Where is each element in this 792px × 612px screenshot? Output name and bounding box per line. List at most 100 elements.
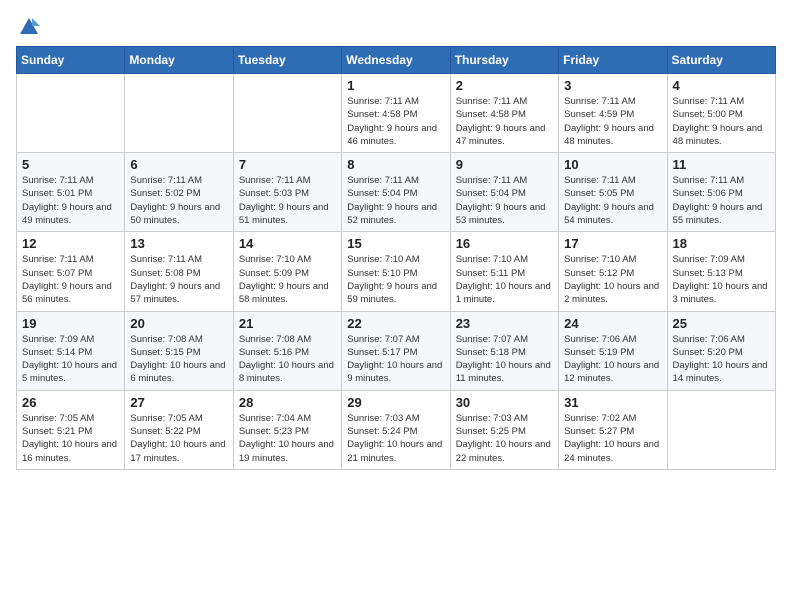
day-number: 6 [130, 157, 227, 172]
day-info: Sunrise: 7:10 AM Sunset: 5:11 PM Dayligh… [456, 253, 553, 306]
calendar-header-wednesday: Wednesday [342, 47, 450, 74]
calendar-cell: 14Sunrise: 7:10 AM Sunset: 5:09 PM Dayli… [233, 232, 341, 311]
day-number: 10 [564, 157, 661, 172]
calendar-cell: 20 Sunrise: 7:08 AM Sunset: 5:15 PM Dayli… [125, 311, 233, 390]
day-number: 19 [22, 316, 119, 331]
day-info: Sunrise: 7:05 AM Sunset: 5:22 PM Dayligh… [130, 412, 227, 465]
day-info: Sunrise: 7:06 AM Sunset: 5:20 PM Dayligh… [673, 333, 770, 386]
calendar-cell: 19 Sunrise: 7:09 AM Sunset: 5:14 PM Dayli… [17, 311, 125, 390]
day-number: 23 [456, 316, 553, 331]
calendar-header-thursday: Thursday [450, 47, 558, 74]
calendar-cell: 28 Sunrise: 7:04 AM Sunset: 5:23 PM Dayli… [233, 390, 341, 469]
day-number: 17 [564, 236, 661, 251]
calendar-cell: 30 Sunrise: 7:03 AM Sunset: 5:25 PM Dayli… [450, 390, 558, 469]
calendar-table: SundayMondayTuesdayWednesdayThursdayFrid… [16, 46, 776, 470]
day-number: 18 [673, 236, 770, 251]
logo [16, 16, 40, 34]
day-number: 7 [239, 157, 336, 172]
day-number: 2 [456, 78, 553, 93]
calendar-header-tuesday: Tuesday [233, 47, 341, 74]
day-number: 1 [347, 78, 444, 93]
calendar-cell: 12 Sunrise: 7:11 AM Sunset: 5:07 PM Dayli… [17, 232, 125, 311]
calendar-cell: 10 Sunrise: 7:11 AM Sunset: 5:05 PM Dayli… [559, 153, 667, 232]
calendar-week-row: 19 Sunrise: 7:09 AM Sunset: 5:14 PM Dayli… [17, 311, 776, 390]
calendar-cell: 27 Sunrise: 7:05 AM Sunset: 5:22 PM Dayli… [125, 390, 233, 469]
day-number: 28 [239, 395, 336, 410]
day-number: 29 [347, 395, 444, 410]
logo-icon [18, 16, 40, 38]
calendar-cell: 21 Sunrise: 7:08 AM Sunset: 5:16 PM Dayli… [233, 311, 341, 390]
day-number: 13 [130, 236, 227, 251]
day-number: 5 [22, 157, 119, 172]
day-info: Sunrise: 7:11 AM Sunset: 4:58 PM Dayligh… [347, 95, 444, 148]
calendar-cell: 22 Sunrise: 7:07 AM Sunset: 5:17 PM Dayli… [342, 311, 450, 390]
day-number: 20 [130, 316, 227, 331]
day-info: Sunrise: 7:05 AM Sunset: 5:21 PM Dayligh… [22, 412, 119, 465]
calendar-cell: 26Sunrise: 7:05 AM Sunset: 5:21 PM Dayli… [17, 390, 125, 469]
calendar-cell: 4 Sunrise: 7:11 AM Sunset: 5:00 PM Daylig… [667, 74, 775, 153]
calendar-cell: 13 Sunrise: 7:11 AM Sunset: 5:08 PM Dayli… [125, 232, 233, 311]
day-number: 27 [130, 395, 227, 410]
calendar-week-row: 5 Sunrise: 7:11 AM Sunset: 5:01 PM Daylig… [17, 153, 776, 232]
day-info: Sunrise: 7:04 AM Sunset: 5:23 PM Dayligh… [239, 412, 336, 465]
day-info: Sunrise: 7:11 AM Sunset: 5:04 PM Dayligh… [347, 174, 444, 227]
day-info: Sunrise: 7:11 AM Sunset: 5:04 PM Dayligh… [456, 174, 553, 227]
day-info: Sunrise: 7:06 AM Sunset: 5:19 PM Dayligh… [564, 333, 661, 386]
day-info: Sunrise: 7:11 AM Sunset: 5:06 PM Dayligh… [673, 174, 770, 227]
day-info: Sunrise: 7:11 AM Sunset: 5:00 PM Dayligh… [673, 95, 770, 148]
day-info: Sunrise: 7:07 AM Sunset: 5:17 PM Dayligh… [347, 333, 444, 386]
calendar-cell: 9 Sunrise: 7:11 AM Sunset: 5:04 PM Daylig… [450, 153, 558, 232]
calendar-header-monday: Monday [125, 47, 233, 74]
calendar-cell: 7 Sunrise: 7:11 AM Sunset: 5:03 PM Daylig… [233, 153, 341, 232]
day-info: Sunrise: 7:11 AM Sunset: 5:02 PM Dayligh… [130, 174, 227, 227]
day-info: Sunrise: 7:11 AM Sunset: 5:08 PM Dayligh… [130, 253, 227, 306]
calendar-cell: 8Sunrise: 7:11 AM Sunset: 5:04 PM Daylig… [342, 153, 450, 232]
calendar-cell: 1 Sunrise: 7:11 AM Sunset: 4:58 PM Daylig… [342, 74, 450, 153]
day-number: 11 [673, 157, 770, 172]
calendar-cell: 31 Sunrise: 7:02 AM Sunset: 5:27 PM Dayli… [559, 390, 667, 469]
calendar-cell: 29Sunrise: 7:03 AM Sunset: 5:24 PM Dayli… [342, 390, 450, 469]
calendar-cell: 16 Sunrise: 7:10 AM Sunset: 5:11 PM Dayli… [450, 232, 558, 311]
day-info: Sunrise: 7:11 AM Sunset: 5:03 PM Dayligh… [239, 174, 336, 227]
day-info: Sunrise: 7:10 AM Sunset: 5:10 PM Dayligh… [347, 253, 444, 306]
day-info: Sunrise: 7:07 AM Sunset: 5:18 PM Dayligh… [456, 333, 553, 386]
day-info: Sunrise: 7:02 AM Sunset: 5:27 PM Dayligh… [564, 412, 661, 465]
day-number: 4 [673, 78, 770, 93]
calendar-cell [125, 74, 233, 153]
day-info: Sunrise: 7:11 AM Sunset: 5:01 PM Dayligh… [22, 174, 119, 227]
day-number: 12 [22, 236, 119, 251]
day-number: 24 [564, 316, 661, 331]
day-info: Sunrise: 7:11 AM Sunset: 5:05 PM Dayligh… [564, 174, 661, 227]
day-number: 22 [347, 316, 444, 331]
day-number: 9 [456, 157, 553, 172]
calendar-cell [667, 390, 775, 469]
day-info: Sunrise: 7:09 AM Sunset: 5:14 PM Dayligh… [22, 333, 119, 386]
day-info: Sunrise: 7:03 AM Sunset: 5:25 PM Dayligh… [456, 412, 553, 465]
calendar-header-sunday: Sunday [17, 47, 125, 74]
day-info: Sunrise: 7:11 AM Sunset: 4:59 PM Dayligh… [564, 95, 661, 148]
calendar-cell: 23 Sunrise: 7:07 AM Sunset: 5:18 PM Dayli… [450, 311, 558, 390]
day-info: Sunrise: 7:10 AM Sunset: 5:12 PM Dayligh… [564, 253, 661, 306]
calendar-week-row: 26Sunrise: 7:05 AM Sunset: 5:21 PM Dayli… [17, 390, 776, 469]
calendar-cell: 18Sunrise: 7:09 AM Sunset: 5:13 PM Dayli… [667, 232, 775, 311]
calendar-week-row: 1 Sunrise: 7:11 AM Sunset: 4:58 PM Daylig… [17, 74, 776, 153]
calendar-week-row: 12 Sunrise: 7:11 AM Sunset: 5:07 PM Dayli… [17, 232, 776, 311]
calendar-cell: 15Sunrise: 7:10 AM Sunset: 5:10 PM Dayli… [342, 232, 450, 311]
day-number: 21 [239, 316, 336, 331]
day-info: Sunrise: 7:11 AM Sunset: 5:07 PM Dayligh… [22, 253, 119, 306]
day-info: Sunrise: 7:08 AM Sunset: 5:15 PM Dayligh… [130, 333, 227, 386]
day-info: Sunrise: 7:11 AM Sunset: 4:58 PM Dayligh… [456, 95, 553, 148]
calendar-cell: 2 Sunrise: 7:11 AM Sunset: 4:58 PM Daylig… [450, 74, 558, 153]
calendar-header-friday: Friday [559, 47, 667, 74]
calendar-cell [17, 74, 125, 153]
calendar-header-saturday: Saturday [667, 47, 775, 74]
calendar-cell: 6 Sunrise: 7:11 AM Sunset: 5:02 PM Daylig… [125, 153, 233, 232]
calendar-cell: 3Sunrise: 7:11 AM Sunset: 4:59 PM Daylig… [559, 74, 667, 153]
day-number: 31 [564, 395, 661, 410]
calendar-cell: 25Sunrise: 7:06 AM Sunset: 5:20 PM Dayli… [667, 311, 775, 390]
day-number: 16 [456, 236, 553, 251]
page-header [16, 16, 776, 34]
day-number: 30 [456, 395, 553, 410]
calendar-cell: 17 Sunrise: 7:10 AM Sunset: 5:12 PM Dayli… [559, 232, 667, 311]
day-info: Sunrise: 7:08 AM Sunset: 5:16 PM Dayligh… [239, 333, 336, 386]
